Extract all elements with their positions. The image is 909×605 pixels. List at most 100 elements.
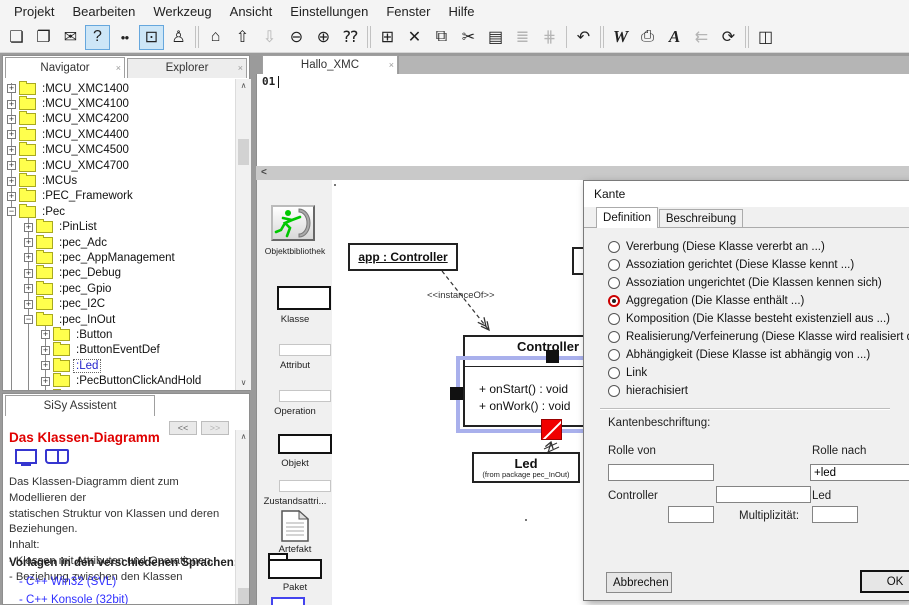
expand-icon[interactable] [24,223,33,232]
book-icon[interactable] [45,449,69,464]
radio-komposition[interactable]: Komposition (Die Klasse besteht existenz… [608,311,890,327]
zoom-out-icon[interactable]: ⊖ [284,25,309,50]
led-class-box[interactable]: Led (from package pec_InOut) [472,452,580,483]
tree-item[interactable]: :pec_Gpio [4,281,235,296]
search-binoculars-icon[interactable]: ●● [112,25,137,50]
open-folder-icon[interactable]: ❐ [31,25,56,50]
selection-handle[interactable] [546,350,559,363]
code-editor[interactable]: 01 [256,74,909,166]
tree-item[interactable]: :MCU_XMC4200 [4,112,235,127]
close-icon[interactable]: × [116,58,121,78]
expand-icon[interactable] [7,115,16,124]
refresh-document-icon[interactable]: ⟳ [716,25,741,50]
expand-icon[interactable] [7,100,16,109]
radio-assoziation-gerichtet[interactable]: Assoziation gerichtet (Diese Klasse kenn… [608,257,854,273]
tree-item[interactable]: :PecLed [4,389,235,390]
radio-icon[interactable] [608,259,620,271]
tree-item[interactable]: :pec_AppManagement [4,250,235,265]
expand-icon[interactable] [7,146,16,155]
assistant-back-button[interactable]: << [169,421,197,435]
assistant-scrollbar[interactable]: ∧ [235,430,250,605]
tree-item[interactable]: :ButtonEventDef [4,343,235,358]
window-view-icon[interactable]: ⊡ [139,25,164,50]
radio-icon[interactable] [608,313,620,325]
mult-von-input[interactable] [668,506,714,523]
link-cpp-win32[interactable]: - C++ Win32 (SVL) [19,576,116,588]
menu-item[interactable]: Ansicht [222,2,281,21]
scroll-left-icon[interactable]: < [261,166,267,180]
abbrechen-button[interactable]: Abbrechen [606,572,672,593]
radio-icon[interactable] [608,241,620,253]
tool-objekt[interactable] [278,434,332,454]
assistant-forward-button[interactable]: >> [201,421,229,435]
tree-item[interactable]: :Button [4,327,235,342]
word-export-icon[interactable]: W [608,25,633,50]
expand-icon[interactable] [41,377,50,386]
menu-item[interactable]: Einstellungen [282,2,376,21]
expand-icon[interactable] [7,161,16,170]
scroll-up-icon[interactable]: ∧ [236,430,250,444]
expand-icon[interactable] [7,177,16,186]
expand-icon[interactable] [7,84,16,93]
expand-icon[interactable] [7,192,16,201]
tree-item[interactable]: :pec_Adc [4,235,235,250]
rolle-nach-input[interactable] [810,464,909,481]
help-icon[interactable]: ? [85,25,110,50]
tree-item[interactable]: :pec_Debug [4,266,235,281]
menu-item[interactable]: Bearbeiten [64,2,143,21]
tool-partial-item[interactable] [271,597,305,605]
tab-beschreibung[interactable]: Beschreibung [659,209,743,228]
ok-button[interactable]: OK [860,570,909,593]
radio-icon[interactable] [608,277,620,289]
monitor-icon[interactable] [15,449,37,464]
radio-icon[interactable] [608,367,620,379]
expand-icon[interactable] [24,238,33,247]
tab-hallo-xmc[interactable]: Hallo_XMC × [262,55,398,74]
tree-item[interactable]: :PecButtonClickAndHold [4,373,235,388]
menu-item[interactable]: Werkzeug [145,2,219,21]
scrollbar-thumb[interactable] [238,139,249,165]
navigate-up-icon[interactable]: ⇧ [230,25,255,50]
expand-icon[interactable] [7,130,16,139]
tool-attribut[interactable] [279,344,331,356]
selection-handle[interactable] [450,387,463,400]
context-help-icon[interactable]: ⁇ [338,25,363,50]
scroll-down-icon[interactable]: ∨ [236,376,251,390]
radio-icon[interactable] [608,349,620,361]
tree-item[interactable]: :MCU_XMC4100 [4,96,235,111]
tree-item[interactable]: :MCU_XMC4500 [4,143,235,158]
expand-icon[interactable] [24,284,33,293]
expand-icon[interactable] [24,253,33,262]
tree-item[interactable]: :MCUs [4,173,235,188]
tab-sisy-assistent[interactable]: SiSy Assistent [5,395,155,416]
paste-icon[interactable]: ▤ [483,25,508,50]
tool-paket[interactable] [268,559,322,579]
instance-object-box[interactable]: app : Controller [348,243,458,271]
tree-item[interactable]: :MCU_XMC4700 [4,158,235,173]
tree-item[interactable]: :PEC_Framework [4,189,235,204]
tool-zustandsattribut[interactable] [279,480,331,492]
edge-name-input[interactable] [716,486,811,503]
tool-operation[interactable] [279,390,331,402]
new-document-icon[interactable]: ❏ [4,25,29,50]
radio-aggregation[interactable]: Aggregation (Die Klasse enthält ...) [608,293,804,309]
tree-item[interactable]: :pec_I2C [4,296,235,311]
assistant-person-icon[interactable]: ♙ [166,25,191,50]
menu-item[interactable]: Fenster [378,2,438,21]
zoom-in-icon[interactable]: ⊕ [311,25,336,50]
edge-endpoint-handle[interactable] [541,419,562,440]
menu-item[interactable]: Projekt [6,2,62,21]
tree-item[interactable]: :MCU_XMC1400 [4,81,235,96]
mult-nach-input[interactable] [812,506,858,523]
filter-icon[interactable]: ⋕ [537,25,562,50]
tab-definition[interactable]: Definition [596,207,658,228]
navigator-scrollbar[interactable]: ∧ ∨ [235,79,251,390]
mail-icon[interactable]: ✉ [58,25,83,50]
navigate-down-icon[interactable]: ⇩ [257,25,282,50]
close-icon[interactable]: × [238,59,243,78]
radio-icon[interactable] [608,295,620,307]
tree-item[interactable]: :MCU_XMC4400 [4,127,235,142]
horizontal-scrollbar[interactable]: < [256,166,909,180]
radio-link[interactable]: Link [608,365,647,381]
tool-artefakt[interactable] [281,510,309,547]
